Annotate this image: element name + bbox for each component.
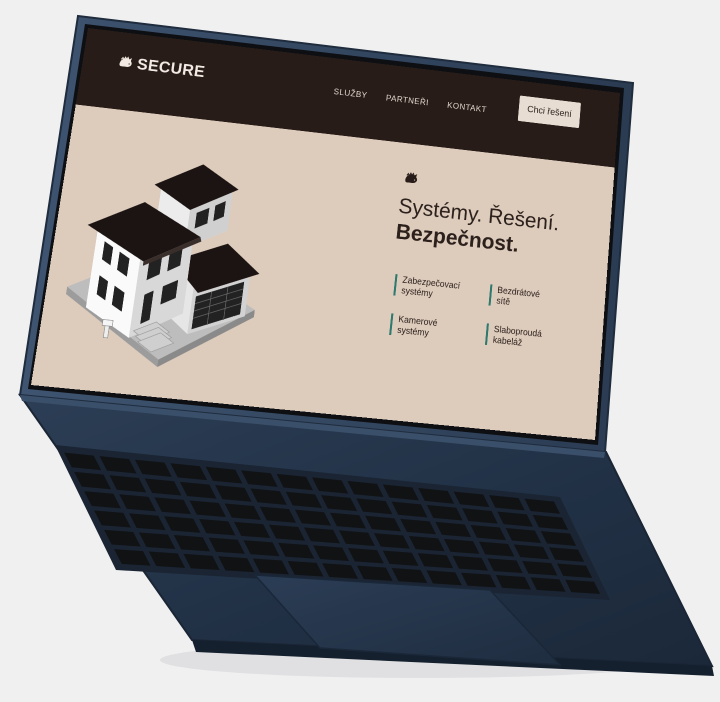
hedgehog-logo-icon — [117, 54, 134, 71]
service-item-zabezpecovaci[interactable]: Zabezpečovací systémy — [393, 274, 477, 304]
site-logo[interactable]: SECURE — [116, 52, 206, 81]
nav-item-kontakt[interactable]: KONTAKT — [447, 100, 487, 114]
website-screen: SECURE SLUŽBY PARTNEŘI KONTAKT Chci řeše… — [31, 28, 620, 440]
nav-item-partneri[interactable]: PARTNEŘI — [386, 93, 430, 108]
service-item-kamerove[interactable]: Kamerové systémy — [389, 313, 474, 343]
isometric-house-illustration — [47, 132, 312, 394]
service-item-bezdratove[interactable]: Bezdrátové sítě — [489, 284, 572, 314]
nav-item-sluzby[interactable]: SLUŽBY — [333, 87, 368, 100]
hedgehog-icon — [403, 171, 419, 188]
service-item-slaboproudy[interactable]: Slaboproudá kabeláž — [485, 323, 568, 353]
logo-text: SECURE — [136, 55, 206, 81]
cta-button[interactable]: Chci řešení — [518, 96, 581, 129]
nav-menu: SLUŽBY PARTNEŘI KONTAKT — [333, 87, 487, 115]
